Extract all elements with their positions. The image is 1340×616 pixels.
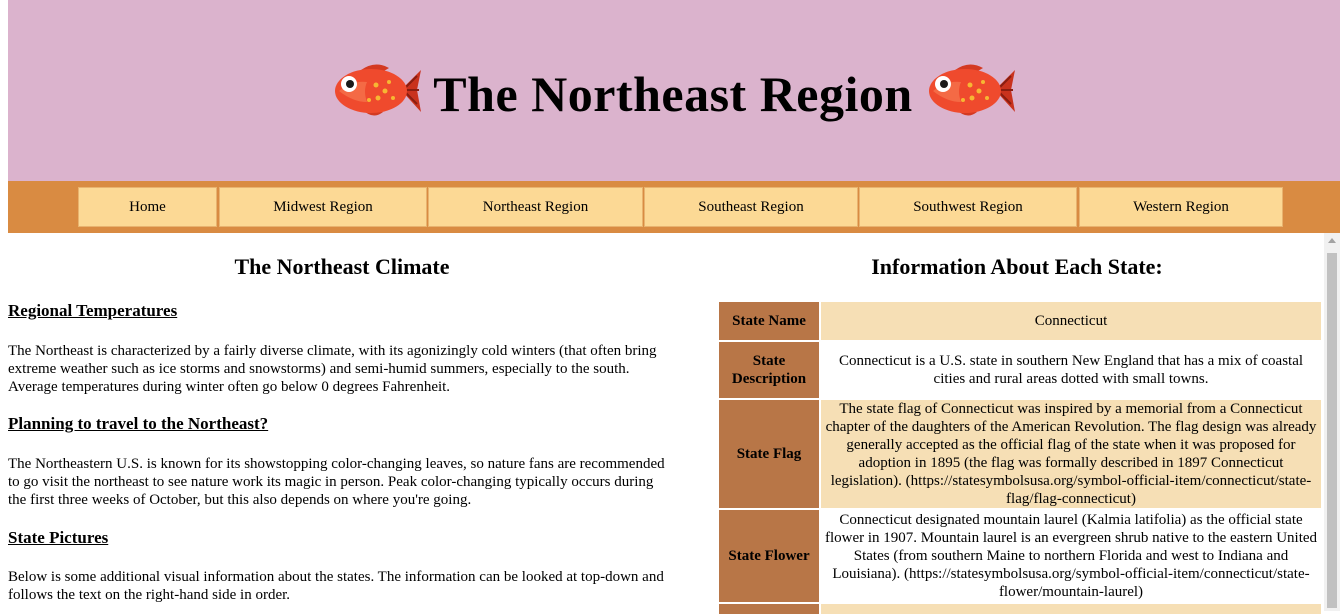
table-row: [719, 604, 1321, 614]
section-text-temperatures: The Northeast is characterized by a fair…: [8, 343, 657, 395]
fish-icon: [928, 64, 1015, 116]
section-text-pictures: Below is some additional visual informat…: [8, 569, 664, 603]
state-info-table: State Name Connecticut State Description…: [717, 300, 1323, 616]
table-row: State Flag The state flag of Connecticut…: [719, 400, 1321, 508]
row-label-state-description: State Description: [719, 342, 819, 398]
nav-southeast-region[interactable]: Southeast Region: [644, 187, 858, 227]
row-value-state-flower: Connecticut designated mountain laurel (…: [821, 510, 1321, 602]
scroll-up-arrow-icon[interactable]: [1328, 238, 1336, 243]
section-text-travel: The Northeastern U.S. is known for its s…: [8, 456, 665, 508]
table-row: State Name Connecticut: [719, 302, 1321, 340]
section-heading-temperatures: Regional Temperatures: [8, 301, 178, 320]
section-heading-pictures: State Pictures: [8, 528, 109, 547]
state-info-section: Information About Each State: State Name…: [710, 233, 1340, 614]
row-label-state-name: State Name: [719, 302, 819, 340]
nav-bar: Home Midwest Region Northeast Region Sou…: [8, 181, 1340, 233]
nav-midwest-region[interactable]: Midwest Region: [219, 187, 427, 227]
row-value-state-name: Connecticut: [821, 302, 1321, 340]
row-label-state-flag: State Flag: [719, 400, 819, 508]
row-value-state-description: Connecticut is a U.S. state in southern …: [821, 342, 1321, 398]
row-value-state-flag: The state flag of Connecticut was inspir…: [821, 400, 1321, 508]
nav-western-region[interactable]: Western Region: [1079, 187, 1283, 227]
nav-home[interactable]: Home: [78, 187, 217, 227]
fish-icon: [335, 64, 422, 116]
scrollbar[interactable]: [1324, 233, 1340, 611]
table-row: State Description Connecticut is a U.S. …: [719, 342, 1321, 398]
scrollbar-thumb[interactable]: [1327, 253, 1337, 608]
section-heading-travel: Planning to travel to the Northeast?: [8, 414, 269, 433]
nav-southwest-region[interactable]: Southwest Region: [859, 187, 1077, 227]
header-inner: The Northeast Region: [8, 50, 1340, 130]
state-info-title: Information About Each State:: [871, 254, 1163, 279]
climate-title: The Northeast Climate: [234, 254, 450, 279]
row-label-state-flower: State Flower: [719, 510, 819, 602]
row-value-next: [821, 604, 1321, 614]
row-label-next: [719, 604, 819, 614]
table-row: State Flower Connecticut designated moun…: [719, 510, 1321, 602]
site-header: The Northeast Region: [8, 0, 1340, 181]
page-title: The Northeast Region: [433, 66, 913, 122]
nav-northeast-region[interactable]: Northeast Region: [428, 187, 643, 227]
